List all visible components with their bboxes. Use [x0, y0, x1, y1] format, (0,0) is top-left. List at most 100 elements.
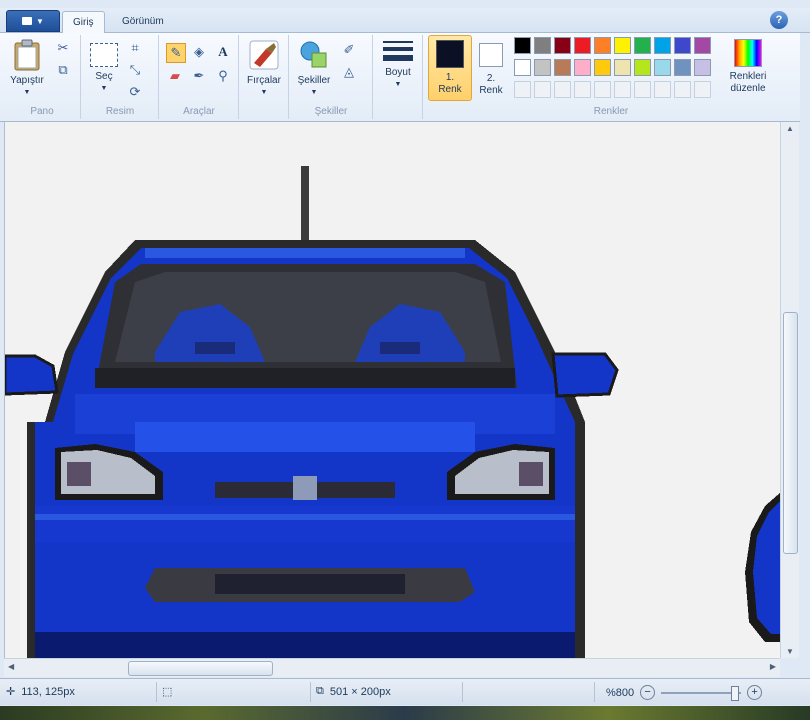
group-colors: 1. Renk 2. Renk Renkleri düzenle Renkler [424, 35, 798, 119]
paste-button[interactable]: Yapıştır ▼ [6, 39, 48, 99]
palette-color-swatch[interactable] [694, 59, 711, 76]
palette-empty-swatch[interactable] [554, 81, 571, 98]
rotate-icon[interactable]: ⟳ [126, 83, 144, 101]
color1-button[interactable]: 1. Renk [428, 35, 472, 101]
group-shapes: Şekiller ▼ ✐ ◬ Şekiller [290, 35, 373, 119]
color1-swatch [436, 40, 464, 68]
palette-color-swatch[interactable] [634, 59, 651, 76]
palette-empty-swatch[interactable] [674, 81, 691, 98]
vertical-scrollbar[interactable]: ▲ ▼ [780, 122, 799, 658]
palette-color-swatch[interactable] [574, 37, 591, 54]
ribbon: Yapıştır ▼ ✂ ⧉ Pano Seç ▼ ⌗ ⤡ ⟳ Resim ✎ … [0, 33, 800, 122]
size-button[interactable]: Boyut ▼ [378, 41, 418, 91]
color2-button[interactable]: 2. Renk [474, 37, 508, 97]
text-tool-icon[interactable]: A [214, 43, 232, 61]
palette-color-swatch[interactable] [654, 37, 671, 54]
zoom-slider-thumb[interactable] [731, 685, 740, 701]
pencil-icon[interactable]: ✎ [166, 43, 186, 63]
paste-label: Yapıştır [10, 75, 44, 86]
brushes-button[interactable]: Fırçalar ▼ [242, 39, 286, 99]
shapes-button[interactable]: Şekiller ▼ [292, 39, 336, 99]
outline-icon[interactable]: ✐ [340, 41, 358, 59]
palette-color-swatch[interactable] [574, 59, 591, 76]
vertical-scroll-thumb[interactable] [783, 312, 798, 554]
palette-empty-swatch[interactable] [534, 81, 551, 98]
size-label: Boyut [385, 67, 411, 78]
tab-home[interactable]: Giriş [62, 11, 105, 33]
zoom-in-icon[interactable]: + [747, 685, 763, 700]
palette-color-swatch[interactable] [674, 59, 691, 76]
palette-color-swatch[interactable] [674, 37, 691, 54]
palette-empty-swatch[interactable] [574, 81, 591, 98]
palette-color-swatch[interactable] [554, 59, 571, 76]
pixel-car-image [5, 122, 781, 658]
palette-empty-swatch[interactable] [594, 81, 611, 98]
group-label-colors: Renkler [593, 106, 629, 117]
select-label: Seç [95, 71, 113, 82]
cursor-position-text: 113, 125px [21, 685, 75, 698]
fill-shape-icon[interactable]: ◬ [340, 63, 358, 81]
color2-label-line1: 2. [486, 73, 496, 84]
palette-empty-swatch[interactable] [694, 81, 711, 98]
drawing-canvas[interactable] [4, 122, 781, 658]
magnifier-icon[interactable]: ⚲ [214, 67, 232, 85]
copy-icon[interactable]: ⧉ [54, 61, 72, 79]
group-label-tools: Araçlar [183, 106, 215, 117]
tab-view[interactable]: Görünüm [112, 11, 174, 32]
edit-colors-button[interactable]: Renkleri düzenle [726, 39, 770, 95]
palette-empty-swatch[interactable] [514, 81, 531, 98]
color2-swatch [479, 43, 503, 67]
palette-color-swatch[interactable] [634, 37, 651, 54]
palette-empty-swatch[interactable] [654, 81, 671, 98]
scroll-up-icon[interactable]: ▲ [786, 124, 794, 133]
color1-label-line2: Renk [438, 84, 462, 95]
palette-color-swatch[interactable] [594, 59, 611, 76]
rainbow-icon [734, 39, 762, 67]
horizontal-scrollbar[interactable]: ◀ ▶ [4, 658, 780, 677]
palette-color-swatch[interactable] [654, 59, 671, 76]
palette-color-swatch[interactable] [614, 59, 631, 76]
color1-label-line1: 1. [445, 72, 455, 83]
palette-empty-swatch[interactable] [614, 81, 631, 98]
eraser-icon[interactable]: ▰ [166, 67, 184, 85]
paint-menu-icon [22, 17, 33, 25]
group-brushes: Fırçalar ▼ [240, 35, 289, 119]
cut-icon[interactable]: ✂ [54, 39, 72, 57]
palette-color-swatch[interactable] [534, 37, 551, 54]
palette-color-swatch[interactable] [554, 37, 571, 54]
application-menu-button[interactable]: ▼ [6, 10, 60, 32]
zoom-slider[interactable] [661, 685, 742, 701]
scroll-left-icon[interactable]: ◀ [8, 662, 14, 671]
image-size-icon: ⧉ [316, 685, 324, 697]
fill-icon[interactable]: ◈ [190, 43, 208, 61]
select-button[interactable]: Seç ▼ [86, 43, 122, 95]
group-image: Seç ▼ ⌗ ⤡ ⟳ Resim [82, 35, 159, 119]
zoom-out-icon[interactable]: − [640, 685, 656, 700]
color2-label-line2: Renk [479, 85, 503, 96]
image-size: ⧉ 501 × 200px [316, 685, 391, 698]
resize-icon[interactable]: ⤡ [126, 61, 144, 79]
horizontal-scroll-thumb[interactable] [128, 661, 273, 676]
select-rectangle-icon [90, 43, 118, 67]
selection-size: ⬚ [162, 685, 172, 698]
chevron-down-icon: ▼ [260, 89, 268, 96]
chevron-down-icon: ▼ [310, 89, 318, 96]
group-label-image: Resim [105, 106, 135, 117]
palette-color-swatch[interactable] [694, 37, 711, 54]
palette-color-swatch[interactable] [514, 37, 531, 54]
palette-color-swatch[interactable] [514, 59, 531, 76]
palette-color-swatch[interactable] [614, 37, 631, 54]
scroll-down-icon[interactable]: ▼ [786, 647, 794, 656]
palette-color-swatch[interactable] [594, 37, 611, 54]
edit-colors-label-line1: Renkleri [729, 71, 767, 82]
zoom-level: %800 [606, 686, 635, 699]
chevron-down-icon: ▼ [23, 89, 31, 96]
group-clipboard: Yapıştır ▼ ✂ ⧉ Pano [4, 35, 81, 119]
crop-icon[interactable]: ⌗ [126, 39, 144, 57]
color-picker-icon[interactable]: ✒ [190, 67, 208, 85]
brushes-label: Fırçalar [247, 75, 281, 86]
palette-empty-swatch[interactable] [634, 81, 651, 98]
scroll-right-icon[interactable]: ▶ [770, 662, 776, 671]
palette-color-swatch[interactable] [534, 59, 551, 76]
help-icon[interactable]: ? [770, 11, 788, 29]
